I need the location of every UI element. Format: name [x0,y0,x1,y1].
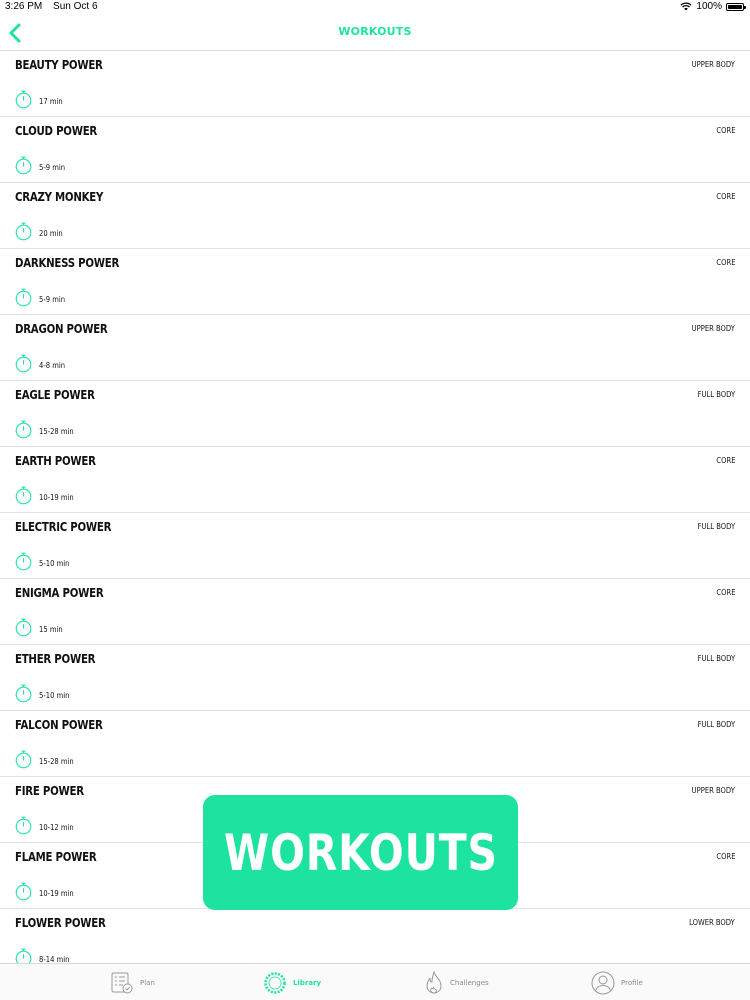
workout-category: UPPER BODY [691,786,735,795]
workout-duration: 15 min [39,625,63,634]
workout-duration: 5-10 min [39,559,70,568]
workout-name: ELECTRIC POWER [15,520,112,534]
page-title: WORKOUTS [338,25,412,38]
workout-name: CLOUD POWER [15,124,98,138]
workout-row[interactable]: FALCON POWER FULL BODY 15-28 min [0,711,750,777]
stopwatch-icon [15,816,32,835]
workout-duration: 20 min [39,229,63,238]
workout-row[interactable]: CRAZY MONKEY CORE 20 min [0,183,750,249]
stopwatch-icon [15,222,32,241]
tab-label: Profile [621,979,643,987]
workout-duration: 17 min [39,97,63,106]
workout-duration: 10-19 min [39,493,74,502]
stopwatch-icon [15,90,32,109]
workout-name: CRAZY MONKEY [15,190,104,204]
tab-bar: Plan Library Challenges Profile [0,963,750,1000]
workout-category: LOWER BODY [689,918,735,927]
workout-name: FIRE POWER [15,784,84,798]
workout-duration: 5-9 min [39,295,66,304]
status-time: 3:26 PM [5,1,43,12]
status-bar-right: 100% [680,1,746,12]
workout-duration: 4-8 min [39,361,66,370]
workout-row[interactable]: BEAUTY POWER UPPER BODY 17 min [0,51,750,117]
stopwatch-icon [15,156,32,175]
stopwatch-icon [15,684,32,703]
stopwatch-icon [15,420,32,439]
nav-bar: WORKOUTS [0,14,750,51]
status-date: Sun Oct 6 [53,1,98,12]
workout-category: UPPER BODY [691,60,735,69]
workout-name: FLOWER POWER [15,916,106,930]
stopwatch-icon [15,354,32,373]
workout-category: CORE [715,126,735,135]
workout-category: CORE [715,456,735,465]
overlay-label: WORKOUTS [223,823,498,882]
workout-category: FULL BODY [697,654,735,663]
workout-duration: 5-10 min [39,691,70,700]
workout-category: UPPER BODY [691,324,735,333]
tab-label: Challenges [450,979,489,987]
workout-name: EAGLE POWER [15,388,95,402]
workout-name: EARTH POWER [15,454,96,468]
workout-name: DARKNESS POWER [15,256,120,270]
workout-name: DRAGON POWER [15,322,108,336]
tab-profile[interactable]: Profile [591,969,643,997]
workout-name: ENIGMA POWER [15,586,104,600]
library-ring-icon [264,972,286,994]
workout-row[interactable]: ETHER POWER FULL BODY 5-10 min [0,645,750,711]
stopwatch-icon [15,882,32,901]
workout-row[interactable]: EARTH POWER CORE 10-19 min [0,447,750,513]
workout-row[interactable]: ENIGMA POWER CORE 15 min [0,579,750,645]
workout-category: CORE [715,852,735,861]
tab-label: Plan [140,979,155,987]
workout-duration: 15-28 min [39,757,74,766]
battery-icon [726,2,746,11]
workout-category: CORE [715,588,735,597]
battery-percent: 100% [696,1,722,12]
workouts-overlay-badge: WORKOUTS [203,795,518,910]
profile-icon [591,971,615,995]
tab-challenges[interactable]: Challenges [424,969,489,997]
stopwatch-icon [15,750,32,769]
status-bar: 3:26 PM Sun Oct 6 100% [0,0,750,14]
workout-category: CORE [715,192,735,201]
stopwatch-icon [15,486,32,505]
workout-row[interactable]: EAGLE POWER FULL BODY 15-28 min [0,381,750,447]
tab-library[interactable]: Library [263,969,321,997]
workout-category: FULL BODY [697,390,735,399]
stopwatch-icon [15,552,32,571]
workout-name: BEAUTY POWER [15,58,103,72]
workout-name: ETHER POWER [15,652,96,666]
workout-duration: 10-19 min [39,889,74,898]
plan-checklist-icon [111,972,133,994]
workout-row[interactable]: DARKNESS POWER CORE 5-9 min [0,249,750,315]
tab-label: Library [293,979,322,987]
stopwatch-icon [15,618,32,637]
workout-duration: 15-28 min [39,427,74,436]
flame-icon [426,971,442,994]
workout-duration: 10-12 min [39,823,74,832]
workout-row[interactable]: ELECTRIC POWER FULL BODY 5-10 min [0,513,750,579]
status-bar-left: 3:26 PM Sun Oct 6 [5,1,98,12]
workout-name: FALCON POWER [15,718,103,732]
tab-plan[interactable]: Plan [110,969,155,997]
workout-row[interactable]: DRAGON POWER UPPER BODY 4-8 min [0,315,750,381]
workout-name: FLAME POWER [15,850,97,864]
workout-row[interactable]: CLOUD POWER CORE 5-9 min [0,117,750,183]
wifi-icon [680,2,692,11]
workout-duration: 5-9 min [39,163,66,172]
workout-category: FULL BODY [697,522,735,531]
stopwatch-icon [15,288,32,307]
workout-category: FULL BODY [697,720,735,729]
workout-category: CORE [715,258,735,267]
